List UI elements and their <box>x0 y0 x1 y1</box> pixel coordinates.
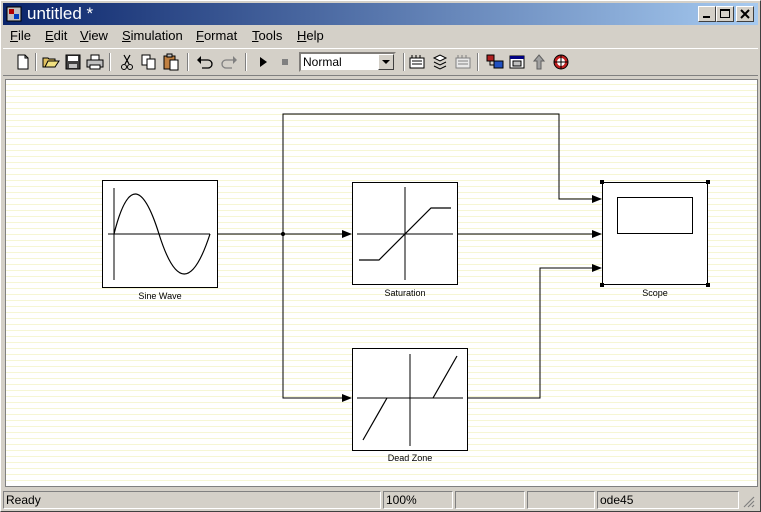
selection-handle[interactable] <box>600 180 604 184</box>
title-bar[interactable]: untitled * <box>3 3 758 25</box>
sine-wave-label: Sine Wave <box>138 291 182 301</box>
menu-help[interactable]: Help <box>297 28 324 44</box>
toolbar-separator <box>245 53 247 71</box>
sine-wave-block[interactable] <box>102 180 218 288</box>
menu-format[interactable]: Format <box>196 28 237 44</box>
selection-handle[interactable] <box>706 180 710 184</box>
window-title: untitled * <box>27 4 94 23</box>
minimize-button[interactable] <box>698 6 716 22</box>
menu-tools[interactable]: Tools <box>252 28 282 44</box>
toolbar-separator <box>477 53 479 71</box>
resize-grip-icon[interactable] <box>741 494 755 508</box>
simulink-window: untitled * File Edit View Simulation For… <box>0 0 761 512</box>
toolbar-separator <box>403 53 405 71</box>
maximize-button[interactable] <box>716 6 734 22</box>
menu-simulation[interactable]: Simulation <box>122 28 183 44</box>
close-icon <box>740 9 750 19</box>
start-icon[interactable] <box>253 52 273 72</box>
menu-bar: File Edit View Simulation Format Tools H… <box>3 26 758 46</box>
zoom-level: 100% <box>383 491 453 509</box>
open-icon[interactable] <box>41 52 61 72</box>
build-icon[interactable] <box>407 52 427 72</box>
copy-icon[interactable] <box>139 52 159 72</box>
toolbar-separator <box>187 53 189 71</box>
toolbar: Normal <box>3 48 758 76</box>
status-message: Ready <box>3 491 381 509</box>
close-button[interactable] <box>736 6 754 22</box>
selection-handle[interactable] <box>706 283 710 287</box>
debug-icon[interactable] <box>551 52 571 72</box>
menu-file[interactable]: File <box>10 28 31 44</box>
model-canvas[interactable]: Sine Wave Saturation Dead Zone Scope <box>5 79 758 487</box>
menu-view[interactable]: View <box>80 28 108 44</box>
toolbar-separator <box>109 53 111 71</box>
redo-icon[interactable] <box>219 52 239 72</box>
simulink-app-icon[interactable] <box>6 6 22 22</box>
simulation-mode-value: Normal <box>303 55 342 69</box>
dead-zone-label: Dead Zone <box>387 453 433 463</box>
status-bar: Ready 100% ode45 <box>3 490 758 510</box>
model-browser-icon[interactable] <box>485 52 505 72</box>
saturation-label: Saturation <box>384 288 426 298</box>
status-field <box>527 491 595 509</box>
stop-icon[interactable] <box>275 52 295 72</box>
library-icon[interactable] <box>453 52 473 72</box>
update-icon[interactable] <box>430 52 450 72</box>
print-icon[interactable] <box>85 52 105 72</box>
new-icon[interactable] <box>13 52 33 72</box>
scope-label: Scope <box>642 288 668 298</box>
dead-zone-block[interactable] <box>352 348 468 451</box>
undo-icon[interactable] <box>195 52 215 72</box>
cut-icon[interactable] <box>117 52 137 72</box>
save-icon[interactable] <box>63 52 83 72</box>
selection-handle[interactable] <box>600 283 604 287</box>
scope-block[interactable] <box>600 180 710 287</box>
up-arrow-icon[interactable] <box>529 52 549 72</box>
paste-icon[interactable] <box>161 52 181 72</box>
minimize-icon <box>703 16 710 18</box>
saturation-block[interactable] <box>352 182 458 285</box>
parent-icon[interactable] <box>507 52 527 72</box>
menu-edit[interactable]: Edit <box>45 28 67 44</box>
chevron-down-icon[interactable] <box>378 54 394 70</box>
toolbar-separator <box>35 53 37 71</box>
solver-name: ode45 <box>597 491 739 509</box>
maximize-icon <box>720 9 730 18</box>
simulation-mode-select[interactable]: Normal <box>299 52 396 72</box>
status-field <box>455 491 525 509</box>
